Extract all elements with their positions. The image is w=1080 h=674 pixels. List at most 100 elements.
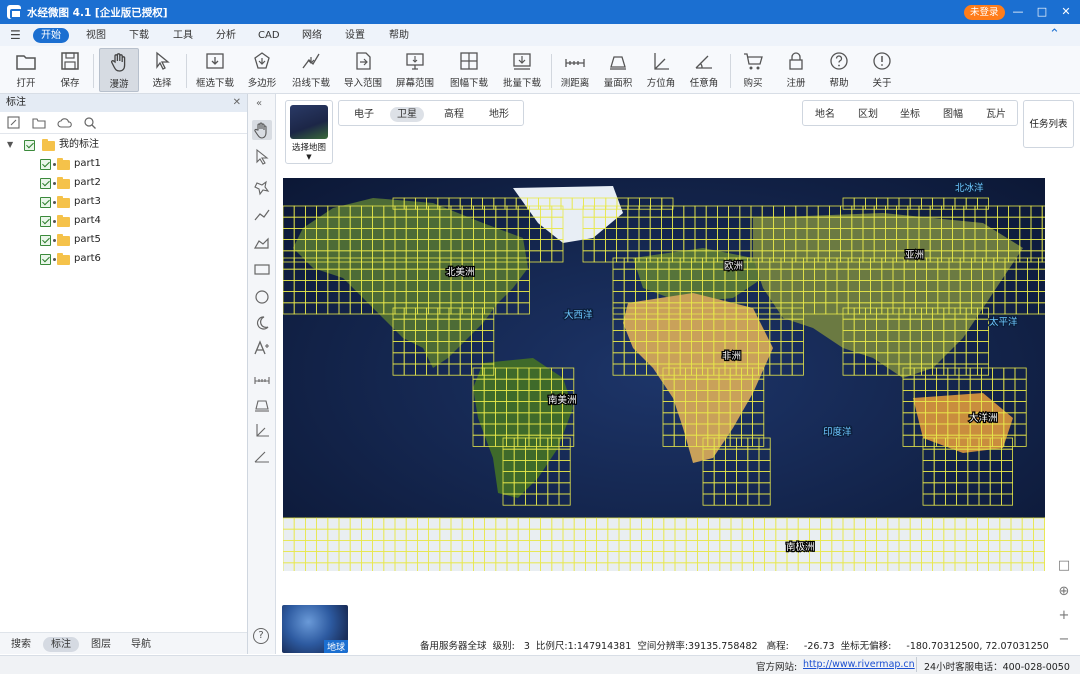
batch-download-button[interactable]: 批量下载 <box>500 48 544 92</box>
cursor-icon[interactable] <box>252 147 272 167</box>
satellite-map[interactable]: 北美洲 欧洲 亚洲 大西洋 太平洋 北冰洋 非洲 南美洲 印度洋 大洋洲 南极洲 <box>283 178 1045 571</box>
cursor-icon <box>146 50 178 72</box>
tab-search[interactable]: 搜索 <box>11 637 31 652</box>
buy-button[interactable]: 购买 <box>737 48 769 92</box>
select-button[interactable]: 选择 <box>146 48 178 92</box>
menu-icon[interactable]: ☰ <box>10 28 21 42</box>
tab-settings[interactable]: 设置 <box>345 28 365 43</box>
text-icon[interactable] <box>252 338 272 358</box>
about-button[interactable]: 关于 <box>866 48 898 92</box>
tab-network[interactable]: 网络 <box>302 28 322 43</box>
checkbox[interactable] <box>40 159 51 170</box>
locate-icon[interactable]: ⊕ <box>1055 583 1073 601</box>
measure-area-button[interactable]: 量面积 <box>600 48 636 92</box>
tab-analysis[interactable]: 分析 <box>216 28 236 43</box>
checkbox[interactable] <box>40 254 51 265</box>
collapse-left-icon[interactable]: « <box>256 98 262 109</box>
login-button[interactable]: 未登录 <box>964 5 1005 20</box>
restore-icon[interactable]: □ <box>1033 3 1051 21</box>
tree-item-part3[interactable]: part3 <box>0 193 247 211</box>
measure-distance-icon[interactable] <box>252 368 272 388</box>
tree-item-part6[interactable]: part6 <box>0 250 247 268</box>
tab-annotation[interactable]: 标注 <box>43 637 79 652</box>
folder-icon <box>57 253 70 265</box>
azimuth-icon[interactable] <box>252 420 272 440</box>
point-icon[interactable] <box>252 178 272 198</box>
tree-item-part2[interactable]: part2 <box>0 174 247 192</box>
polygon-button[interactable]: 多边形 <box>244 48 280 92</box>
rectangle-icon[interactable] <box>252 259 272 279</box>
tab-view[interactable]: 视图 <box>86 28 106 43</box>
tab-navigation[interactable]: 导航 <box>131 637 151 652</box>
tab-help[interactable]: 帮助 <box>389 28 409 43</box>
overlay-sheets[interactable]: 图幅 <box>943 107 963 122</box>
overlay-placenames[interactable]: 地名 <box>815 107 835 122</box>
tab-layers[interactable]: 图层 <box>91 637 111 652</box>
tree-item-part4[interactable]: part4 <box>0 212 247 230</box>
tab-start[interactable]: 开始 <box>33 28 69 43</box>
overlay-coordinates[interactable]: 坐标 <box>900 107 920 122</box>
any-angle-button[interactable]: 任意角 <box>686 48 722 92</box>
bullet-icon <box>53 220 56 223</box>
checkbox[interactable] <box>24 140 35 151</box>
expand-triangle-icon[interactable]: ▼ <box>7 136 13 154</box>
polyline-icon[interactable] <box>252 205 272 225</box>
overlay-divisions[interactable]: 区划 <box>858 107 878 122</box>
task-list-button[interactable]: 任务列表 <box>1023 100 1074 148</box>
help-button[interactable]: 帮助 <box>823 48 855 92</box>
globe-thumbnail[interactable]: 地球 <box>282 605 348 653</box>
tree-item-part1[interactable]: part1 <box>0 155 247 173</box>
overlay-tiles[interactable]: 瓦片 <box>986 107 1006 122</box>
zoom-out-button[interactable]: − <box>1055 631 1073 649</box>
tree-item-label: part1 <box>74 158 101 169</box>
map-type-electronic[interactable]: 电子 <box>354 107 374 122</box>
select-map-button[interactable]: 选择地图 ▼ <box>285 100 333 164</box>
cloud-icon[interactable] <box>57 116 72 130</box>
import-range-button[interactable]: 导入范围 <box>341 48 385 92</box>
folder-icon <box>57 234 70 246</box>
site-label: 官方网站: <box>756 662 798 673</box>
azimuth-button[interactable]: 方位角 <box>643 48 679 92</box>
fullscreen-icon[interactable]: □ <box>1055 557 1073 575</box>
zoom-in-button[interactable]: + <box>1055 607 1073 625</box>
screen-range-button[interactable]: 屏幕范围 <box>393 48 437 92</box>
tab-download[interactable]: 下载 <box>129 28 149 43</box>
save-button[interactable]: 保存 <box>52 48 88 92</box>
box-download-button[interactable]: 框选下载 <box>193 48 237 92</box>
checkbox[interactable] <box>40 197 51 208</box>
close-icon[interactable]: ✕ <box>233 94 241 112</box>
tab-cad[interactable]: CAD <box>258 28 280 43</box>
close-icon[interactable]: ✕ <box>1057 3 1075 21</box>
tab-tools[interactable]: 工具 <box>173 28 193 43</box>
label-arctic: 北冰洋 <box>955 182 984 194</box>
angle-icon[interactable] <box>252 446 272 466</box>
map-canvas[interactable]: 北美洲 欧洲 亚洲 大西洋 太平洋 北冰洋 非洲 南美洲 印度洋 大洋洲 南极洲 <box>283 178 1045 571</box>
map-type-terrain[interactable]: 地形 <box>489 107 509 122</box>
map-type-satellite[interactable]: 卫星 <box>390 107 424 122</box>
register-button[interactable]: 注册 <box>780 48 812 92</box>
pan-button[interactable]: 漫游 <box>99 48 139 92</box>
checkbox[interactable] <box>40 178 51 189</box>
measure-distance-button[interactable]: 测距离 <box>557 48 593 92</box>
circle-icon[interactable] <box>252 286 272 306</box>
polygon-icon[interactable] <box>252 232 272 252</box>
checkbox[interactable] <box>40 235 51 246</box>
line-download-button[interactable]: 沿线下载 <box>289 48 333 92</box>
open-button[interactable]: 打开 <box>8 48 44 92</box>
site-link[interactable]: http://www.rivermap.cn <box>803 659 915 670</box>
minimize-icon[interactable]: — <box>1009 3 1027 21</box>
sheet-download-button[interactable]: 图幅下载 <box>445 48 493 92</box>
collapse-ribbon-icon[interactable]: ⌃ <box>1049 27 1060 42</box>
hand-icon[interactable] <box>252 120 272 140</box>
search-icon[interactable] <box>83 116 97 130</box>
box-download-icon <box>193 50 237 72</box>
crescent-icon[interactable] <box>252 313 272 333</box>
checkbox[interactable] <box>40 216 51 227</box>
map-type-elevation[interactable]: 高程 <box>444 107 464 122</box>
open-folder-icon[interactable] <box>32 116 46 130</box>
edit-icon[interactable] <box>7 116 21 130</box>
help-icon[interactable]: ? <box>253 628 269 644</box>
tree-root[interactable]: ▼ 我的标注 <box>0 136 247 154</box>
measure-area-icon[interactable] <box>252 394 272 414</box>
tree-item-part5[interactable]: part5 <box>0 231 247 249</box>
